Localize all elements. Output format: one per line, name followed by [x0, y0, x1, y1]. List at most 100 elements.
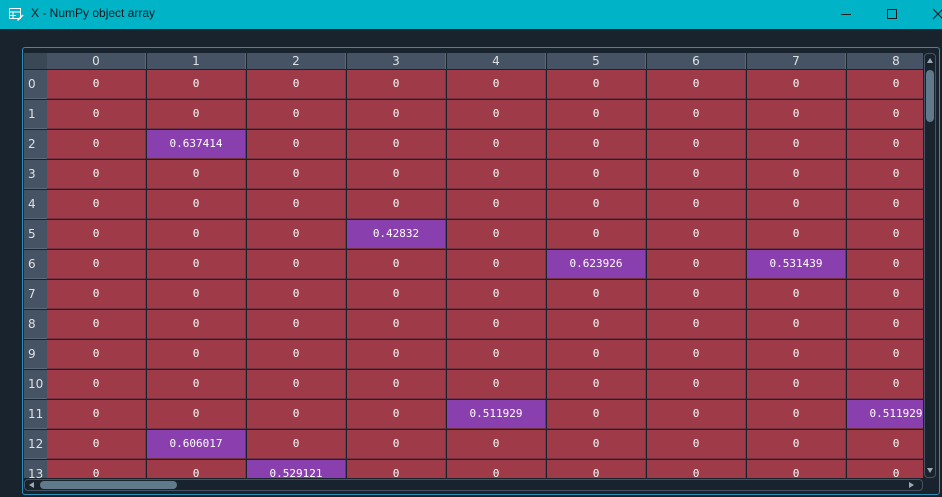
row-header[interactable]: 10: [24, 370, 47, 399]
table-cell[interactable]: 0: [147, 190, 246, 219]
table-cell[interactable]: 0: [547, 340, 646, 369]
table-cell[interactable]: 0: [347, 400, 446, 429]
table-cell[interactable]: 0: [447, 220, 546, 249]
table-cell[interactable]: 0: [47, 430, 146, 459]
table-cell[interactable]: 0: [547, 100, 646, 129]
table-cell[interactable]: 0: [847, 70, 923, 99]
table-cell[interactable]: 0: [447, 460, 546, 478]
table-cell[interactable]: 0: [347, 430, 446, 459]
table-cell[interactable]: 0: [347, 340, 446, 369]
array-table[interactable]: 0 1 2 3 4 5 6 7 8 0 0 0 0 0 0 0 0 0 0 1 0 0 0 0 0 0 0 0 0 2 0 0.637414 0…: [24, 53, 923, 478]
table-cell[interactable]: 0.42832: [347, 220, 446, 249]
table-cell[interactable]: 0: [647, 280, 746, 309]
table-cell[interactable]: 0: [147, 400, 246, 429]
table-cell[interactable]: 0: [47, 190, 146, 219]
table-cell[interactable]: 0: [647, 250, 746, 279]
table-cell[interactable]: 0: [747, 370, 846, 399]
column-header[interactable]: 0: [47, 53, 146, 69]
close-button[interactable]: [916, 0, 942, 29]
table-cell[interactable]: 0: [647, 100, 746, 129]
table-cell[interactable]: 0: [447, 160, 546, 189]
table-cell[interactable]: 0: [447, 190, 546, 219]
table-cell[interactable]: 0.637414: [147, 130, 246, 159]
table-cell[interactable]: 0: [347, 130, 446, 159]
table-cell[interactable]: 0: [747, 130, 846, 159]
table-cell[interactable]: 0: [447, 250, 546, 279]
table-cell[interactable]: 0: [447, 310, 546, 339]
row-header[interactable]: 1: [24, 100, 47, 129]
table-cell[interactable]: 0: [847, 370, 923, 399]
table-cell[interactable]: 0: [47, 460, 146, 478]
table-cell[interactable]: 0: [247, 370, 346, 399]
row-header[interactable]: 12: [24, 430, 47, 459]
table-cell[interactable]: 0: [447, 340, 546, 369]
table-cell[interactable]: 0: [247, 310, 346, 339]
row-header[interactable]: 13: [24, 460, 47, 478]
vertical-scrollbar[interactable]: [924, 53, 936, 478]
table-cell[interactable]: 0: [147, 460, 246, 478]
table-cell[interactable]: 0: [47, 310, 146, 339]
table-cell[interactable]: 0: [247, 100, 346, 129]
table-cell[interactable]: 0: [247, 160, 346, 189]
table-cell[interactable]: 0: [747, 220, 846, 249]
table-cell[interactable]: 0: [47, 280, 146, 309]
table-cell[interactable]: 0: [247, 400, 346, 429]
table-cell[interactable]: 0: [347, 190, 446, 219]
table-cell[interactable]: 0: [347, 70, 446, 99]
table-cell[interactable]: 0: [747, 70, 846, 99]
table-cell[interactable]: 0: [47, 130, 146, 159]
table-cell[interactable]: 0: [147, 340, 246, 369]
column-header[interactable]: 5: [547, 53, 646, 69]
table-cell[interactable]: 0: [847, 160, 923, 189]
table-cell[interactable]: 0: [147, 250, 246, 279]
table-cell[interactable]: 0: [647, 130, 746, 159]
table-cell[interactable]: 0: [247, 220, 346, 249]
row-header[interactable]: 4: [24, 190, 47, 219]
table-cell[interactable]: 0: [347, 310, 446, 339]
table-cell[interactable]: 0: [847, 280, 923, 309]
table-cell[interactable]: 0: [547, 190, 646, 219]
table-cell[interactable]: 0.623926: [547, 250, 646, 279]
table-cell[interactable]: 0: [647, 370, 746, 399]
table-cell[interactable]: 0: [347, 250, 446, 279]
table-cell[interactable]: 0: [847, 220, 923, 249]
column-header[interactable]: 2: [247, 53, 346, 69]
table-cell[interactable]: 0: [547, 430, 646, 459]
table-cell[interactable]: 0: [847, 130, 923, 159]
column-header[interactable]: 4: [447, 53, 546, 69]
table-cell[interactable]: 0: [47, 340, 146, 369]
table-cell[interactable]: 0: [147, 280, 246, 309]
table-cell[interactable]: 0: [247, 130, 346, 159]
table-cell[interactable]: 0: [247, 250, 346, 279]
table-cell[interactable]: 0: [547, 70, 646, 99]
table-cell[interactable]: 0: [647, 310, 746, 339]
table-cell[interactable]: 0: [847, 100, 923, 129]
table-cell[interactable]: 0: [747, 400, 846, 429]
column-header[interactable]: 7: [747, 53, 846, 69]
table-cell[interactable]: 0: [147, 310, 246, 339]
table-cell[interactable]: 0: [647, 70, 746, 99]
table-cell[interactable]: 0: [347, 160, 446, 189]
table-cell[interactable]: 0.529121: [247, 460, 346, 478]
table-cell[interactable]: 0: [47, 70, 146, 99]
table-cell[interactable]: 0: [447, 280, 546, 309]
table-cell[interactable]: 0: [147, 70, 246, 99]
table-cell[interactable]: 0: [747, 190, 846, 219]
table-cell[interactable]: 0: [547, 220, 646, 249]
table-cell[interactable]: 0: [147, 220, 246, 249]
table-cell[interactable]: 0: [847, 250, 923, 279]
horizontal-scroll-thumb[interactable]: [40, 481, 177, 489]
table-cell[interactable]: 0: [547, 400, 646, 429]
column-header[interactable]: 6: [647, 53, 746, 69]
table-cell[interactable]: 0: [747, 280, 846, 309]
table-cell[interactable]: 0: [747, 460, 846, 478]
table-cell[interactable]: 0: [747, 340, 846, 369]
table-cell[interactable]: 0: [647, 160, 746, 189]
table-cell[interactable]: 0: [247, 280, 346, 309]
row-header[interactable]: 7: [24, 280, 47, 309]
table-cell[interactable]: 0: [647, 430, 746, 459]
table-cell[interactable]: 0: [447, 130, 546, 159]
table-cell[interactable]: 0: [847, 340, 923, 369]
table-cell[interactable]: 0: [147, 100, 246, 129]
row-header[interactable]: 3: [24, 160, 47, 189]
